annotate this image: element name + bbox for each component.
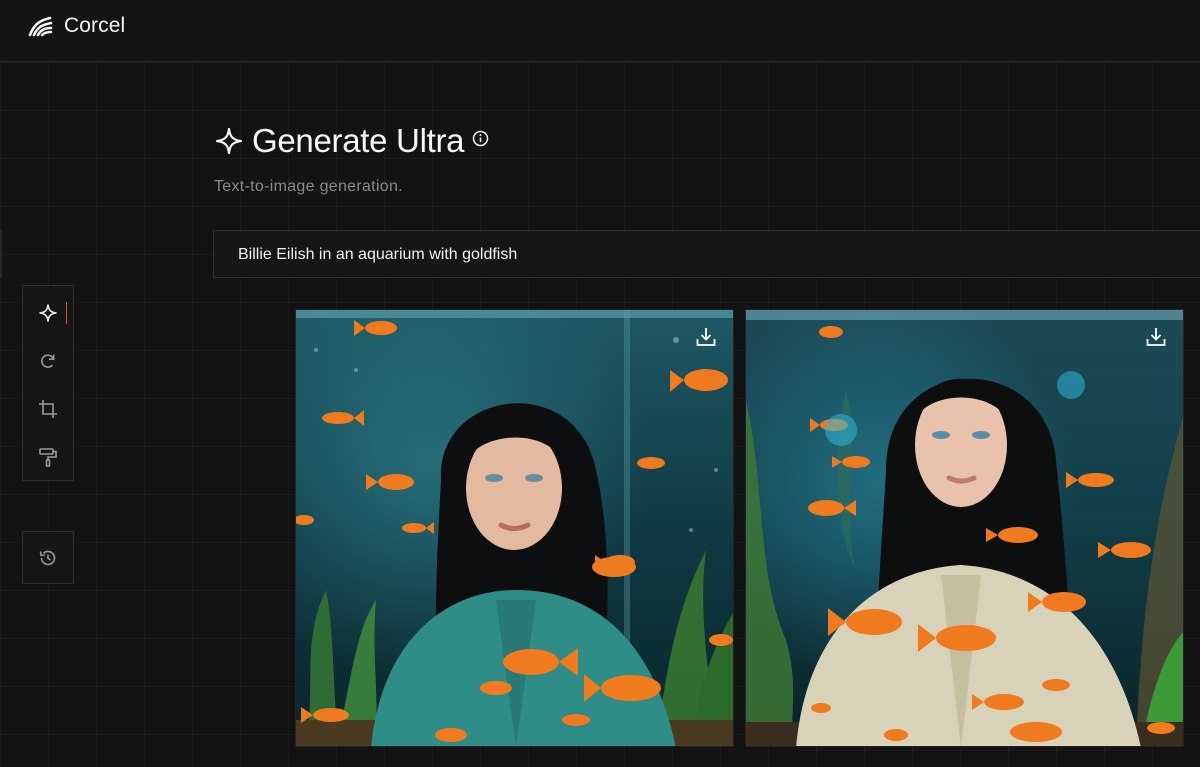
- corcel-logo-icon: [28, 15, 54, 37]
- app-name: Corcel: [64, 14, 126, 37]
- page-subtitle: Text-to-image generation.: [214, 178, 403, 195]
- page-header: Generate Ultra: [214, 122, 489, 160]
- tool-sidebar: [22, 285, 74, 481]
- divider: [0, 230, 2, 278]
- aquarium-image: [746, 310, 1183, 746]
- sparkle-icon: [215, 127, 243, 155]
- generated-image-1[interactable]: [295, 309, 734, 747]
- aquarium-image: [296, 310, 733, 746]
- history-button[interactable]: [22, 531, 74, 584]
- tool-history[interactable]: [35, 545, 61, 571]
- generated-image-2[interactable]: [745, 309, 1184, 747]
- sparkle-icon: [39, 304, 57, 322]
- tool-rerun[interactable]: [35, 348, 61, 374]
- crop-icon: [39, 400, 57, 418]
- paint-roller-icon: [39, 448, 57, 467]
- top-bar: Corcel: [0, 0, 1200, 62]
- info-icon[interactable]: [472, 130, 489, 147]
- brand[interactable]: Corcel: [28, 14, 125, 38]
- download-icon[interactable]: [695, 326, 717, 348]
- download-icon[interactable]: [1145, 326, 1167, 348]
- tool-generate[interactable]: [35, 300, 67, 326]
- prompt-text[interactable]: Billie Eilish in an aquarium with goldfi…: [238, 246, 517, 264]
- page-title: Generate Ultra: [252, 122, 465, 159]
- history-icon: [39, 550, 56, 566]
- refresh-icon: [41, 354, 55, 368]
- tool-paint[interactable]: [35, 444, 61, 470]
- prompt-input[interactable]: Billie Eilish in an aquarium with goldfi…: [213, 230, 1200, 278]
- tool-crop[interactable]: [35, 396, 61, 422]
